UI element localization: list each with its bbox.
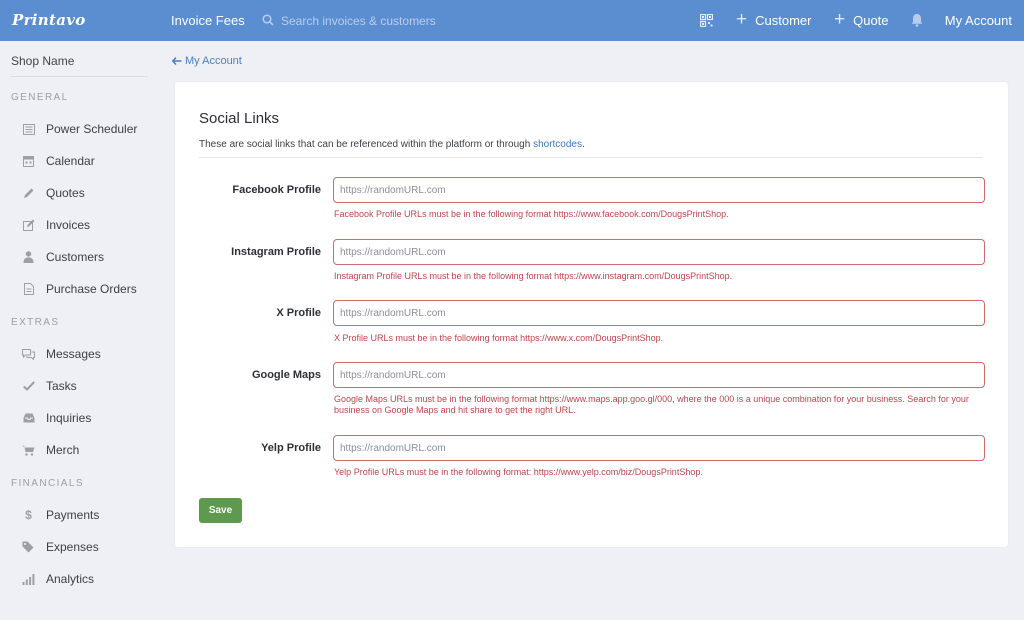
sidebar-item-label: Customers — [46, 250, 105, 264]
sidebar: Shop Name GENERAL Power Scheduler Calend… — [0, 41, 160, 620]
google-maps-label: Google Maps — [251, 369, 321, 381]
pencil-icon — [22, 187, 35, 200]
invoice-fees-link[interactable]: Invoice Fees — [171, 13, 245, 28]
calendar-icon — [22, 155, 35, 168]
sidebar-item-merch[interactable]: Merch — [22, 443, 79, 457]
social-links-card: Social Links These are social links that… — [175, 82, 1008, 547]
sidebar-item-label: Messages — [46, 347, 101, 361]
sidebar-item-label: Quotes — [46, 186, 85, 200]
instagram-profile-input[interactable] — [333, 239, 985, 265]
shopping-cart-icon — [22, 444, 35, 457]
arrow-left-icon — [172, 57, 182, 65]
sidebar-item-label: Analytics — [46, 572, 95, 586]
back-to-my-account-link[interactable]: My Account — [172, 55, 242, 67]
sidebar-item-label: Calendar — [46, 154, 95, 168]
document-icon — [22, 283, 35, 296]
dollar-icon: $ — [25, 508, 32, 522]
sidebar-item-expenses[interactable]: Expenses — [22, 540, 99, 554]
yelp-profile-label: Yelp Profile — [261, 442, 321, 454]
my-account-link[interactable]: My Account — [945, 13, 1012, 28]
user-icon — [22, 251, 35, 264]
instagram-profile-error: Instagram Profile URLs must be in the fo… — [334, 271, 733, 281]
x-profile-input[interactable] — [333, 300, 985, 326]
checkmark-icon — [22, 380, 35, 393]
search-icon — [262, 13, 274, 29]
sidebar-item-inquiries[interactable]: Inquiries — [22, 411, 91, 425]
sidebar-item-calendar[interactable]: Calendar — [22, 154, 95, 168]
google-maps-input[interactable] — [333, 362, 985, 388]
shortcodes-link[interactable]: shortcodes — [533, 139, 582, 150]
sidebar-item-label: Tasks — [46, 379, 77, 393]
qr-code-icon[interactable] — [700, 14, 713, 27]
printavo-logo[interactable]: Printavo — [12, 11, 86, 29]
add-customer-label: Customer — [755, 12, 812, 28]
tags-icon — [22, 541, 35, 554]
sidebar-item-label: Purchase Orders — [46, 282, 137, 296]
sidebar-item-customers[interactable]: Customers — [22, 250, 104, 264]
add-customer-button[interactable]: + Customer — [736, 9, 812, 30]
google-maps-error: Google Maps URLs must be in the followin… — [334, 394, 969, 415]
yelp-profile-error: Yelp Profile URLs must be in the followi… — [334, 467, 703, 477]
save-button[interactable]: Save — [199, 498, 242, 523]
sidebar-item-quotes[interactable]: Quotes — [22, 186, 85, 200]
notifications-bell-icon[interactable] — [911, 13, 923, 27]
x-profile-error: X Profile URLs must be in the following … — [334, 333, 664, 343]
sidebar-item-label: Inquiries — [46, 411, 92, 425]
x-profile-label: X Profile — [276, 307, 321, 319]
plus-icon: + — [736, 9, 748, 30]
list-icon — [22, 123, 35, 136]
inbox-icon — [22, 412, 35, 425]
shop-name[interactable]: Shop Name — [11, 54, 148, 77]
sidebar-item-label: Expenses — [46, 540, 99, 554]
sidebar-item-tasks[interactable]: Tasks — [22, 379, 77, 393]
sidebar-item-messages[interactable]: Messages — [22, 347, 101, 361]
sidebar-item-label: Invoices — [46, 218, 91, 232]
page-description: These are social links that can be refer… — [199, 139, 585, 150]
add-quote-label: Quote — [853, 12, 889, 28]
top-navbar: Printavo Invoice Fees + Customer + Quote… — [0, 0, 1024, 41]
search-input[interactable] — [281, 14, 571, 28]
edit-document-icon — [22, 219, 35, 232]
section-financials: FINANCIALS — [11, 478, 84, 489]
sidebar-item-power-scheduler[interactable]: Power Scheduler — [22, 122, 137, 136]
facebook-profile-label: Facebook Profile — [232, 184, 321, 196]
sidebar-item-payments[interactable]: $ Payments — [22, 508, 99, 522]
chat-bubbles-icon — [22, 348, 35, 361]
sidebar-item-analytics[interactable]: Analytics — [22, 572, 94, 586]
back-link-label: My Account — [185, 55, 242, 67]
sidebar-item-purchase-orders[interactable]: Purchase Orders — [22, 282, 137, 296]
yelp-profile-input[interactable] — [333, 435, 985, 461]
page-title: Social Links — [199, 110, 280, 127]
section-extras: EXTRAS — [11, 317, 60, 328]
facebook-profile-input[interactable] — [333, 177, 985, 203]
plus-icon: + — [834, 9, 846, 30]
sidebar-item-label: Payments — [46, 508, 100, 522]
facebook-profile-error: Facebook Profile URLs must be in the fol… — [334, 209, 729, 219]
search-bar[interactable] — [262, 11, 582, 31]
sidebar-item-label: Power Scheduler — [46, 122, 138, 136]
add-quote-button[interactable]: + Quote — [834, 9, 889, 30]
section-general: GENERAL — [11, 92, 69, 103]
sidebar-item-invoices[interactable]: Invoices — [22, 218, 90, 232]
description-text: These are social links that can be refer… — [199, 139, 531, 150]
sidebar-item-label: Merch — [46, 443, 80, 457]
instagram-profile-label: Instagram Profile — [231, 246, 321, 258]
bar-chart-icon — [22, 573, 35, 586]
divider — [199, 157, 983, 158]
description-end: . — [582, 139, 585, 150]
